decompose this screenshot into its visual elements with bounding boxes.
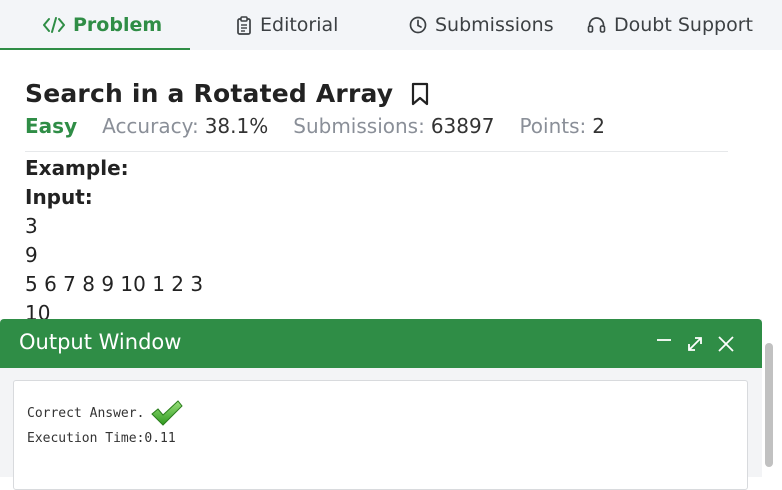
scrollbar-thumb[interactable] [765, 343, 773, 467]
tab-doubt-support-label: Doubt Support [614, 14, 753, 36]
input-label: Input: [25, 185, 93, 209]
example-line: 5 6 7 8 9 10 1 2 3 [25, 272, 204, 296]
output-window-header[interactable]: Output Window [0, 319, 762, 368]
output-window-title: Output Window [19, 330, 182, 354]
output-window: Output Window Correct Answer. Execution … [0, 319, 762, 490]
problem-title: Search in a Rotated Array [25, 79, 394, 108]
minimize-icon[interactable] [653, 329, 675, 351]
tab-submissions[interactable]: Submissions [409, 0, 554, 50]
result-line: Correct Answer. [27, 399, 184, 427]
submissions-value: 63897 [430, 114, 495, 138]
tab-problem[interactable]: Problem [43, 0, 162, 50]
tab-doubt-support[interactable]: Doubt Support [587, 0, 753, 50]
problem-meta: Easy Accuracy: 38.1% Submissions: 63897 … [25, 114, 630, 138]
expand-icon[interactable] [684, 333, 706, 355]
tab-submissions-label: Submissions [435, 14, 554, 36]
example-line: 9 [25, 243, 38, 267]
points-label: Points: [519, 114, 587, 138]
tab-editorial-label: Editorial [260, 14, 339, 36]
points-value: 2 [592, 114, 606, 138]
example-line: 3 [25, 214, 38, 238]
code-icon [43, 16, 65, 34]
example-heading: Example: [25, 156, 129, 180]
submissions-label: Submissions: [293, 114, 425, 138]
checkmark-icon [150, 399, 184, 427]
divider [25, 151, 728, 152]
tab-bar: Problem Editorial Submissions Doubt Supp… [0, 0, 782, 51]
accuracy-value: 38.1% [204, 114, 269, 138]
execution-time: Execution Time:0.11 [27, 431, 176, 446]
headset-icon [587, 16, 606, 34]
difficulty-badge: Easy [25, 114, 78, 138]
title-row: Search in a Rotated Array [25, 79, 429, 108]
result-text: Correct Answer. [27, 405, 145, 421]
tab-editorial[interactable]: Editorial [236, 0, 338, 50]
output-console: Correct Answer. Execution Time:0.11 [13, 380, 748, 490]
close-icon[interactable] [715, 333, 737, 355]
accuracy-label: Accuracy: [102, 114, 199, 138]
tab-problem-label: Problem [73, 14, 163, 36]
example-block: Example: Input: 3 9 5 6 7 8 9 10 1 2 3 1… [25, 154, 203, 328]
document-icon [236, 15, 252, 35]
bookmark-icon[interactable] [411, 82, 429, 106]
clock-icon [409, 16, 427, 34]
